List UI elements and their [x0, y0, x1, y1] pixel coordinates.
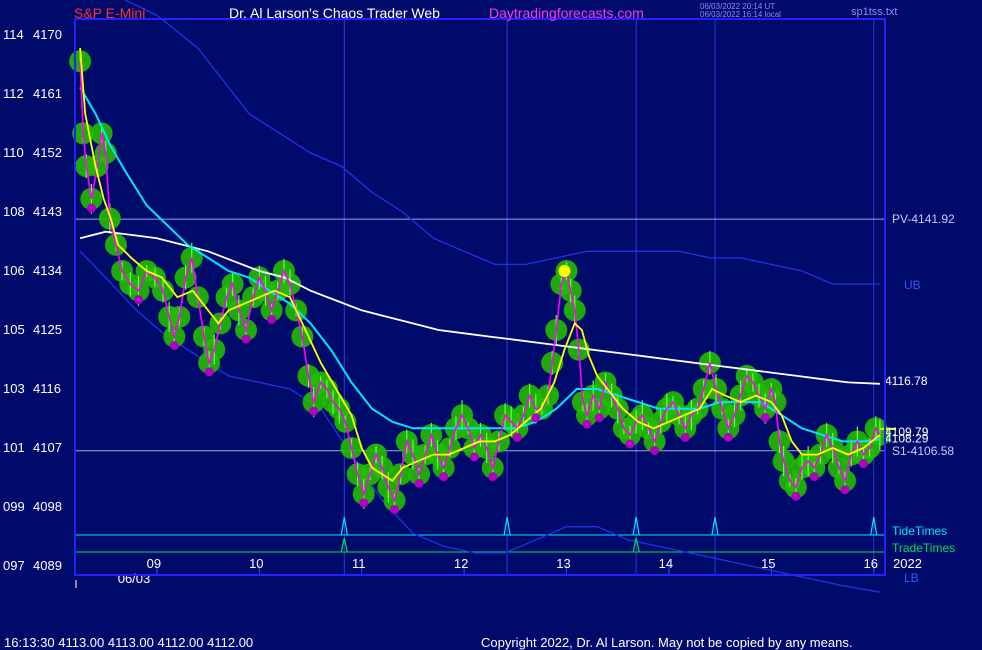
swing-low-marker: [625, 439, 635, 449]
y-tick-label-right: 4116: [33, 381, 61, 396]
y-tick-label-right: 4089: [33, 558, 62, 573]
swing-low-marker: [267, 314, 277, 324]
swing-low-marker: [512, 432, 522, 442]
swing-low-marker: [389, 504, 399, 514]
swing-low-marker: [858, 459, 868, 469]
x-tick-label: 14: [659, 556, 673, 571]
swing-low-marker: [86, 203, 96, 213]
y-tick-label-left: 114: [3, 27, 24, 42]
y-tick-label-right: 4161: [33, 86, 62, 101]
y-tick-label-left: 103: [3, 381, 25, 396]
symbol-title: S&P E-Mini: [74, 5, 146, 21]
upper-band-label: UB: [904, 278, 921, 292]
x-tick-label: 12: [454, 556, 468, 571]
swing-low-marker: [204, 367, 214, 377]
y-tick-label-right: 4170: [33, 27, 62, 42]
price-chart: 097 4089 099 4098 101 4107 103 4116 105 4125 106 41…: [0, 0, 982, 650]
swing-low-marker: [531, 413, 541, 423]
y-tick-label-right: 4098: [33, 499, 62, 514]
time-local: 06/03/2022 16:14 local: [700, 10, 781, 19]
swing-low-marker: [359, 498, 369, 508]
swing-low-marker: [594, 413, 604, 423]
trade-times-label: TradeTimes: [892, 541, 955, 555]
swing-low-marker: [760, 413, 770, 423]
copyright-notice: Copyright 2022, Dr. Al Larson. May not b…: [481, 635, 853, 650]
swing-low-marker: [241, 334, 251, 344]
y-tick-label-left: 106: [3, 263, 25, 278]
data-file-name: sp1tss.txt: [851, 6, 898, 18]
y-tick-label-left: 112: [3, 86, 24, 101]
swing-low-marker: [169, 341, 179, 351]
x-tick-label: 09: [147, 556, 161, 571]
y-tick-label-left: 101: [3, 440, 25, 455]
x-tick-label: 13: [556, 556, 570, 571]
level-label: S1-4106.58: [892, 444, 954, 458]
swing-low-marker: [650, 445, 660, 455]
x-tick-label: 11: [352, 556, 366, 571]
long-ma-value: 4116.78: [885, 374, 928, 388]
y-tick-label-right: 4134: [33, 263, 62, 278]
y-tick-label-right: 4107: [33, 440, 62, 455]
ohlc-readout: 16:13:30 4113.00 4113.00 4112.00 4112.00: [4, 635, 254, 650]
swing-low-marker: [680, 432, 690, 442]
swing-low-marker: [723, 432, 733, 442]
swing-low-marker: [414, 478, 424, 488]
x-tick-label: 15: [761, 556, 775, 571]
swing-low-marker: [133, 295, 143, 305]
lower-band-label: LB: [904, 571, 919, 585]
y-tick-label-right: 4152: [33, 145, 62, 160]
swing-low-marker: [488, 472, 498, 482]
high-marker: [558, 265, 571, 277]
swing-low-marker: [840, 485, 850, 495]
y-tick-label-left: 097: [3, 558, 25, 573]
y-tick-label-right: 4125: [33, 322, 62, 337]
swing-low-marker: [309, 406, 319, 416]
swing-low-marker: [469, 452, 479, 462]
y-tick-label-left: 099: [3, 499, 25, 514]
date-label: 06/03: [118, 571, 151, 586]
y-tick-label-left: 105: [3, 322, 25, 337]
x-tick-label: 16: [863, 556, 877, 571]
y-tick-label-right: 4143: [33, 204, 62, 219]
tide-times-label: TideTimes: [892, 524, 947, 538]
slow-ma-value: 4108.29: [885, 431, 929, 445]
x-tick-label: 10: [249, 556, 263, 571]
swing-low-marker: [809, 472, 819, 482]
level-label: PV-4141.92: [892, 212, 955, 226]
y-tick-label-left: 108: [3, 204, 25, 219]
swing-low-marker: [582, 419, 592, 429]
swing-low-marker: [791, 491, 801, 501]
site-title: Dr. Al Larson's Chaos Trader Web: [229, 5, 440, 21]
y-tick-label-left: 110: [3, 145, 24, 160]
site-url[interactable]: Daytradingforecasts.com: [489, 5, 644, 21]
year-label: 2022: [893, 556, 922, 571]
swing-low-marker: [439, 472, 449, 482]
